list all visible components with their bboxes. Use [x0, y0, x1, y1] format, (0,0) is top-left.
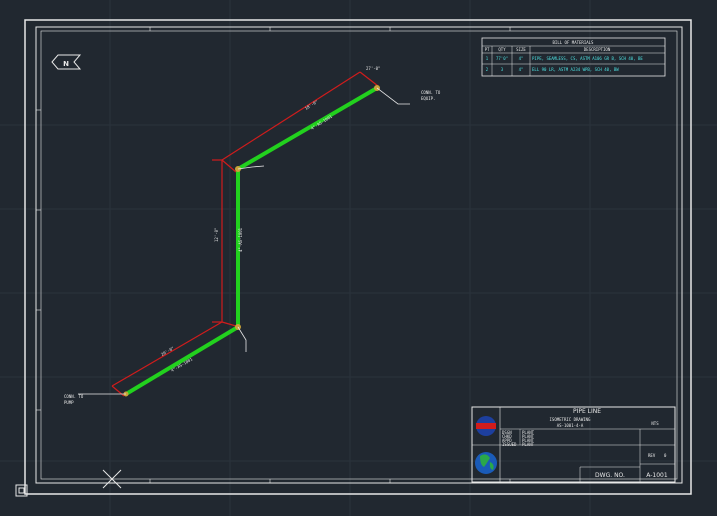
connection-callout: CONN. TO	[421, 90, 441, 95]
drawing-number-label: DWG. NO.	[595, 472, 625, 479]
pipe-label: 4"-AS-1001	[238, 227, 243, 252]
bom-cell: PIPE, SEAMLESS, CS, ASTM A106 GR B, SCH …	[532, 56, 643, 61]
bom-cell: 3	[501, 67, 504, 72]
bom-cell: ELL 90 LR, ASTM A234 WPB, SCH 40, BW	[532, 67, 619, 72]
dimension-lines	[111, 71, 379, 397]
dimension-label: 27'-0"	[366, 66, 380, 71]
globe-logo-icon	[475, 452, 497, 474]
bom-header: SIZE	[516, 47, 526, 52]
connection-callout: PUMP	[64, 400, 74, 405]
drawing-border	[24, 19, 692, 495]
scale-value: NTS	[651, 421, 659, 426]
bom-cell: 4"	[519, 56, 524, 61]
project-title: PIPE LINE	[573, 408, 601, 415]
border-ticks	[36, 27, 511, 483]
north-label: N	[63, 60, 69, 68]
north-arrow-icon: N	[51, 54, 82, 70]
bom-title: BILL OF MATERIALS	[553, 40, 595, 45]
approval-value: PLANT	[522, 442, 535, 447]
leader-lines	[78, 87, 410, 395]
bom-header: DESCRIPTION	[584, 47, 611, 52]
revision-label: REV	[648, 453, 656, 458]
bom-cell: 2	[486, 67, 489, 72]
fittings	[123, 85, 380, 397]
title-block: PIPE LINE ISOMETRIC DRAWING AS-1001-4-A …	[471, 406, 676, 483]
pipe-run[interactable]	[124, 86, 379, 396]
line-id: AS-1001-4-A	[557, 423, 584, 428]
bom-header: QTY	[498, 47, 506, 52]
pipe-label: 4"-AS-1001	[310, 114, 334, 131]
bom-header: PT	[485, 47, 490, 52]
company-logo-icon	[476, 416, 496, 436]
connection-callout: CONN. TO	[64, 394, 84, 399]
approval-label: ISSUED	[502, 442, 517, 447]
grid	[0, 0, 717, 516]
revision-value: 0	[664, 453, 667, 458]
drawing-subtitle: ISOMETRIC DRAWING	[550, 417, 592, 422]
drawing-number: A-1001	[646, 472, 668, 479]
dimension-label: 12'-0"	[214, 228, 219, 242]
bill-of-materials: BILL OF MATERIALS PT QTY SIZE DESCRIPTIO…	[481, 37, 666, 77]
bom-cell: 77'0"	[496, 56, 508, 61]
dimension-label: 18'-0"	[304, 99, 319, 111]
drawing-canvas[interactable]: N BILL OF MATERIALS PT QTY SIZE DESCRIPT…	[0, 0, 717, 516]
connection-callout: EQUIP.	[421, 96, 435, 101]
bom-cell: 1	[486, 56, 489, 61]
bom-cell: 4"	[519, 67, 524, 72]
